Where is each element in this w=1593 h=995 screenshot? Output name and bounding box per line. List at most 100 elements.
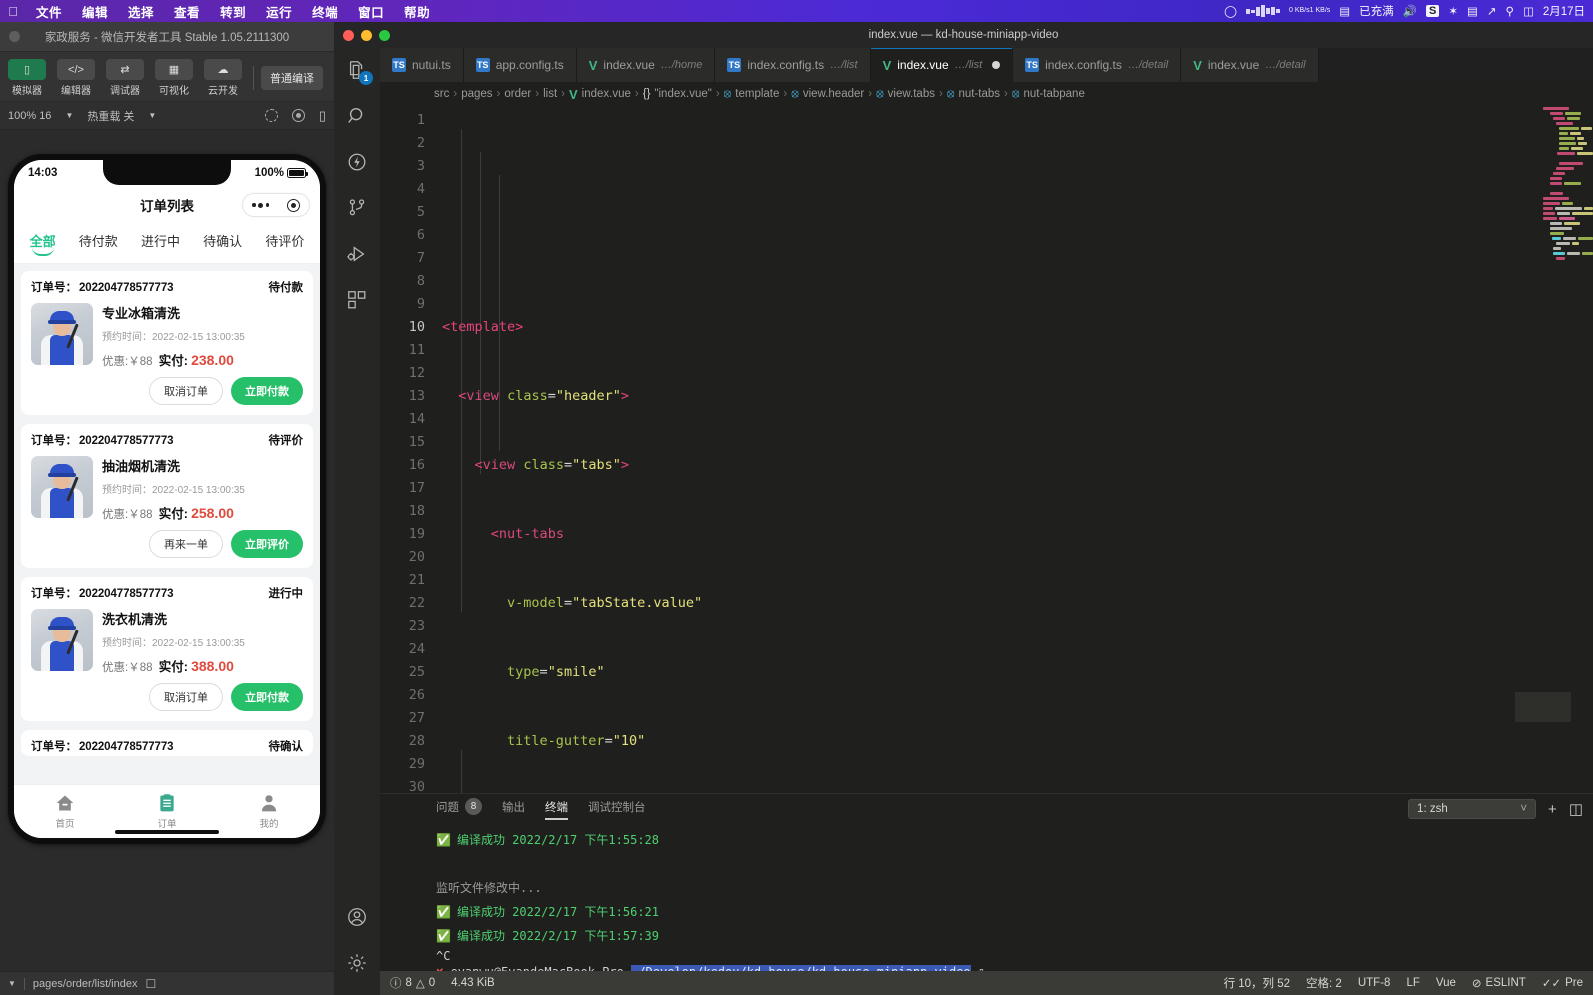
split-icon[interactable]: ◫	[1569, 800, 1583, 818]
menu-item-view[interactable]: 查看	[164, 2, 210, 21]
menubar-date[interactable]: 2月17日	[1543, 3, 1585, 19]
copy-icon[interactable]: ☐	[145, 977, 156, 991]
devtools-tool-visual[interactable]: ▦ 可视化	[151, 59, 197, 97]
more-menu-icon[interactable]	[252, 202, 269, 208]
breadcrumb-template[interactable]: template	[735, 88, 779, 100]
breadcrumb-nut-tabs[interactable]: nut-tabs	[958, 88, 1000, 100]
wifi-off-icon[interactable]: ↗	[1487, 4, 1497, 18]
settings-gear-icon[interactable]	[345, 951, 369, 975]
cancel-order-button[interactable]: 取消订单	[149, 377, 223, 405]
order-card[interactable]: 订单号： 202204778577773 待评价 抽油烟机清洗 预约时间：202…	[21, 424, 313, 568]
panel-tab-problems[interactable]: 问题 8	[436, 798, 482, 820]
eslint-status[interactable]: ⊘ ESLINT	[1464, 976, 1534, 990]
battery-label[interactable]: 已充满	[1359, 3, 1394, 19]
menu-item-window[interactable]: 窗口	[348, 2, 394, 21]
input-method-icon[interactable]: S	[1426, 5, 1440, 17]
pay-now-button[interactable]: 立即付款	[231, 377, 303, 405]
menu-item-file[interactable]: 文件	[26, 2, 72, 21]
problems-status[interactable]: ⓘ 8 △ 0	[382, 975, 443, 991]
device-icon[interactable]: ▯	[319, 108, 326, 124]
pay-now-button[interactable]: 立即付款	[231, 683, 303, 711]
volume-icon[interactable]: 🔊	[1403, 4, 1417, 18]
network-speed-indicator[interactable]: 0 KB/s 1 KB/s	[1289, 7, 1330, 15]
control-center-icon[interactable]: ◫	[1523, 4, 1534, 18]
cancel-order-button[interactable]: 取消订单	[149, 683, 223, 711]
menu-item-help[interactable]: 帮助	[394, 2, 440, 21]
plus-icon[interactable]: +	[1548, 801, 1557, 818]
tab-pending-payment[interactable]: 待付款	[79, 231, 118, 256]
close-miniapp-icon[interactable]	[287, 198, 300, 212]
panel-tab-debug-console[interactable]: 调试控制台	[588, 799, 646, 820]
breadcrumb-order[interactable]: order	[504, 88, 531, 100]
code-content[interactable]: <template> <view class="header"> <view c…	[438, 106, 1593, 793]
hot-reload-chevron-icon[interactable]: ▼	[148, 111, 156, 120]
unsaved-dot-icon[interactable]	[992, 61, 1001, 69]
menu-item-run[interactable]: 运行	[256, 2, 302, 21]
taro-icon[interactable]	[345, 150, 369, 174]
editor-tab-nutui-ts[interactable]: TS nutui.ts	[380, 48, 464, 82]
order-list[interactable]: 订单号： 202204778577773 待付款 专业冰箱清洗 预约时间：202…	[14, 264, 320, 784]
order-card[interactable]: 订单号： 202204778577773 待付款 专业冰箱清洗 预约时间：202…	[21, 271, 313, 415]
devtools-tool-debugger[interactable]: ⇄ 调试器	[102, 59, 148, 97]
editor-tab-index-vue-home[interactable]: V index.vue …/home	[576, 48, 716, 82]
compile-button[interactable]: 普通编译	[261, 66, 323, 90]
editor-minimap[interactable]	[1515, 106, 1593, 793]
editor-tab-index-config-ts-detail[interactable]: TS index.config.ts …/detail	[1013, 48, 1182, 82]
terminal-shell-select[interactable]: 1: zsh ˅	[1408, 799, 1537, 819]
editor-tab-index-config-ts-list[interactable]: TS index.config.ts …/list	[715, 48, 871, 82]
simulator-zoom-select[interactable]: 100% 16	[8, 110, 51, 122]
eol-status[interactable]: LF	[1398, 977, 1427, 989]
breadcrumb-file[interactable]: index.vue	[582, 88, 631, 100]
order-card[interactable]: 订单号： 202204778577773 待确认	[21, 730, 313, 756]
wechat-capsule-button[interactable]	[242, 193, 310, 217]
breadcrumb-nut-tabpane[interactable]: nut-tabpane	[1023, 88, 1084, 100]
file-size-status[interactable]: 4.43 KiB	[443, 977, 502, 989]
terminal-output[interactable]: ✅ 编译成功 2022/2/17 下午1:55:28 监听文件修改中... ✅ 编译…	[380, 824, 1593, 971]
tab-in-progress[interactable]: 进行中	[141, 231, 180, 256]
order-again-button[interactable]: 再来一单	[149, 530, 223, 558]
devtools-tool-simulator[interactable]: ▯ 模拟器	[4, 59, 50, 97]
breadcrumb-list[interactable]: list	[543, 88, 557, 100]
extensions-icon[interactable]	[345, 288, 369, 312]
breadcrumb-pages[interactable]: pages	[461, 88, 492, 100]
review-now-button[interactable]: 立即评价	[231, 530, 303, 558]
account-icon[interactable]	[345, 905, 369, 929]
prettier-status[interactable]: ✓✓ Pre	[1534, 976, 1591, 990]
source-control-icon[interactable]	[345, 196, 369, 220]
tabbar-item-orders[interactable]: 订单	[116, 793, 218, 830]
tabbar-item-mine[interactable]: 我的	[218, 793, 320, 830]
dropbox-icon[interactable]: ◯	[1224, 4, 1237, 18]
menu-item-select[interactable]: 选择	[118, 2, 164, 21]
editor-tab-index-vue-detail[interactable]: V index.vue …/detail	[1181, 48, 1319, 82]
menu-item-terminal[interactable]: 终端	[302, 2, 348, 21]
indentation-status[interactable]: 空格: 2	[1298, 975, 1350, 991]
tab-pending-confirm[interactable]: 待确认	[203, 231, 242, 256]
zoom-chevron-icon[interactable]: ▼	[65, 111, 73, 120]
breadcrumb-view-header[interactable]: view.header	[803, 88, 864, 100]
order-card[interactable]: 订单号： 202204778577773 进行中 洗衣机清洗 预约时间：2022…	[21, 577, 313, 721]
apple-icon[interactable]: 	[0, 4, 26, 19]
tab-pending-review[interactable]: 待评价	[265, 231, 304, 256]
current-page-path[interactable]: pages/order/list/index	[33, 978, 138, 990]
devtools-tool-cloud[interactable]: ☁ 云开发	[200, 59, 246, 97]
menu-item-goto[interactable]: 转到	[210, 2, 256, 21]
tab-all[interactable]: 全部	[30, 231, 56, 256]
devtools-tool-editor[interactable]: </> 编辑器	[53, 59, 99, 97]
tabbar-item-home[interactable]: 首页	[14, 793, 116, 830]
code-editor[interactable]: 1 2 3 4 5 6 7 8 9 10 11 12 13 14 15 16 1…	[380, 106, 1593, 793]
panel-tab-terminal[interactable]: 终端	[545, 799, 568, 820]
hot-reload-select[interactable]: 热重载 关	[87, 108, 134, 124]
spotlight-search-icon[interactable]: ⚲	[1506, 4, 1514, 18]
panel-tab-output[interactable]: 输出	[502, 799, 525, 820]
editor-tab-app-config-ts[interactable]: TS app.config.ts	[463, 48, 577, 82]
explorer-icon[interactable]: 1	[345, 58, 373, 85]
bluetooth-icon[interactable]: ✶	[1448, 4, 1458, 18]
system-monitor-icon[interactable]	[1246, 5, 1281, 18]
keyboard-battery-icon[interactable]: ▤	[1467, 4, 1478, 18]
cursor-position-status[interactable]: 行 10，列 52	[1216, 975, 1298, 991]
record-icon[interactable]	[291, 109, 305, 122]
battery-icon[interactable]: ▤	[1339, 4, 1350, 18]
breadcrumb-view-tabs[interactable]: view.tabs	[888, 88, 935, 100]
menu-item-edit[interactable]: 编辑	[72, 2, 118, 21]
devtools-statusbar-chevron-icon[interactable]: ▼	[8, 979, 16, 988]
